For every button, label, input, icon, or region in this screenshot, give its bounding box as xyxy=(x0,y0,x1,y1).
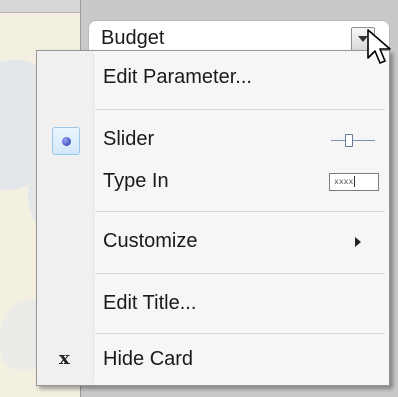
menu-item-label: Slider xyxy=(103,128,155,150)
typein-preview-icon: xxxx xyxy=(329,173,379,191)
menu-item-label: Edit Title... xyxy=(103,292,197,314)
menu-item-slider[interactable]: Slider xyxy=(39,121,387,161)
menu-item-label: Hide Card xyxy=(103,348,194,370)
radio-selected-icon xyxy=(62,137,71,146)
close-x-icon: x xyxy=(59,348,70,369)
menu-item-label: Type In xyxy=(103,170,169,192)
menu-item-edit-parameter[interactable]: Edit Parameter... xyxy=(39,59,387,99)
menu-item-type-in[interactable]: Type In xxxx xyxy=(39,163,387,203)
typein-preview-text: xxxx xyxy=(334,177,354,186)
submenu-arrow-icon xyxy=(355,237,361,247)
map-toolbar-edge xyxy=(0,0,80,13)
menu-separator xyxy=(95,273,385,274)
menu-item-label: Customize xyxy=(103,230,198,252)
menu-separator xyxy=(95,333,385,334)
card-title: Budget xyxy=(101,27,165,49)
menu-gutter-divider xyxy=(93,53,94,383)
menu-icon-gutter xyxy=(37,51,93,385)
menu-item-hide-card[interactable]: x Hide Card xyxy=(39,341,387,381)
menu-item-label: Edit Parameter... xyxy=(103,66,252,88)
slider-preview-icon xyxy=(331,133,375,149)
mouse-cursor-icon xyxy=(367,29,391,64)
menu-separator xyxy=(95,109,385,110)
selected-highlight xyxy=(52,127,80,155)
menu-separator xyxy=(95,211,385,212)
menu-item-customize[interactable]: Customize xyxy=(39,223,387,263)
menu-item-edit-title[interactable]: Edit Title... xyxy=(39,285,387,325)
card-context-menu: Edit Parameter... Slider Type In xxxx Cu… xyxy=(36,50,390,386)
